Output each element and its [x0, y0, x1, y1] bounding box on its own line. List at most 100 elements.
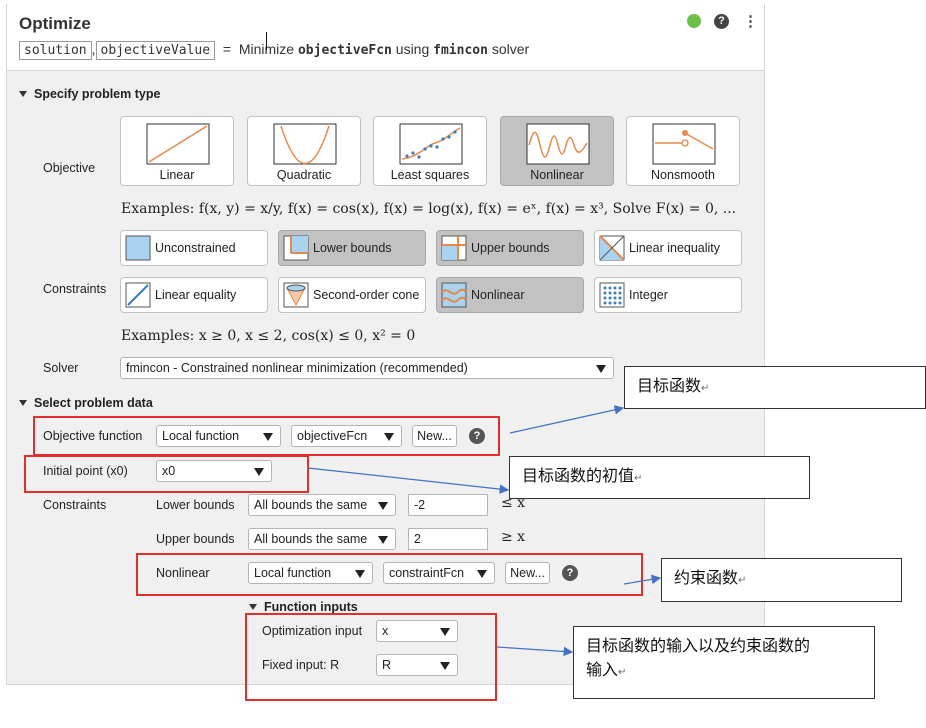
objective-examples-text: Examples: f(x, y) = x/y, f(x) = cos(x), … [121, 201, 737, 217]
highlight-function-inputs [245, 613, 497, 701]
collapse-triangle-icon [249, 603, 257, 610]
callout-text-line2: 输入 [586, 662, 619, 679]
input-value: -2 [414, 498, 426, 512]
callout-initial-point: 目标函数的初值↵ [509, 456, 810, 499]
chevron-down-icon [378, 502, 388, 510]
dropdown-value: All bounds the same [254, 498, 368, 512]
upper-bounds-mode-dropdown[interactable]: All bounds the same [248, 528, 396, 550]
callout-text: 约束函数 [674, 570, 739, 587]
output-objective-value-field[interactable]: objectiveValue [95, 41, 216, 60]
chevron-down-icon [378, 536, 388, 544]
constraint-unconstrained-button[interactable]: Unconstrained [120, 230, 268, 266]
section-title: Function inputs [264, 600, 358, 614]
constraint-label: Second-order cone [313, 288, 420, 302]
callout-text: 目标函数 [637, 378, 702, 395]
section-title: Select problem data [34, 396, 153, 410]
solver-dropdown-value: fmincon - Constrained nonlinear minimiza… [126, 361, 468, 375]
lower-bounds-input[interactable]: -2 [408, 494, 488, 516]
task-title: Optimize [19, 14, 91, 33]
objective-tile-label: Nonlinear [530, 168, 584, 182]
linear-inequality-icon [599, 235, 625, 261]
collapse-triangle-icon [19, 399, 27, 406]
constraint-integer-button[interactable]: Integer [594, 277, 742, 313]
solver-name-text: fmincon [433, 43, 488, 58]
objective-tile-linear[interactable]: Linear [120, 116, 234, 186]
objective-tile-label: Quadratic [276, 168, 332, 182]
constraint-label: Lower bounds [313, 241, 392, 255]
solver-text: solver [491, 41, 530, 57]
unconstrained-icon [125, 235, 151, 261]
second-order-cone-icon [283, 282, 309, 308]
constraint-upper-bounds-button[interactable]: Upper bounds [436, 230, 584, 266]
least-squares-plot-icon [399, 123, 463, 165]
section-title: Specify problem type [34, 87, 161, 101]
highlight-nonlinear-constraint [136, 553, 643, 596]
objective-tile-label: Nonsmooth [651, 168, 715, 182]
linear-equality-icon [125, 282, 151, 308]
objective-label: Objective [43, 161, 96, 175]
more-options-icon[interactable]: ⋮ [743, 12, 758, 30]
help-icon[interactable]: ? [714, 14, 729, 29]
objective-tile-quadratic[interactable]: Quadratic [247, 116, 361, 186]
highlight-initial-point [24, 455, 309, 493]
task-header: Optimize solution,objectiveValue = Minim… [7, 4, 764, 71]
dropdown-value: All bounds the same [254, 532, 368, 546]
paragraph-mark: ↵ [738, 575, 747, 586]
constraints-data-label: Constraints [43, 498, 107, 512]
constraint-linear-inequality-button[interactable]: Linear inequality [594, 230, 742, 266]
objective-tile-least-squares[interactable]: Least squares [373, 116, 487, 186]
constraint-label: Linear equality [155, 288, 237, 302]
select-problem-data-section[interactable]: Select problem data [19, 396, 153, 410]
constraint-examples-text: Examples: x ≥ 0, x ≤ 2, cos(x) ≤ 0, x² =… [121, 328, 416, 344]
integer-icon [599, 282, 625, 308]
solver-dropdown[interactable]: fmincon - Constrained nonlinear minimiza… [120, 357, 614, 379]
constraint-lower-bounds-button[interactable]: Lower bounds [278, 230, 426, 266]
constraint-second-order-cone-button[interactable]: Second-order cone [278, 277, 426, 313]
paragraph-mark: ↵ [618, 667, 627, 678]
solver-label: Solver [43, 361, 79, 375]
callout-constraint-function: 约束函数↵ [661, 558, 902, 602]
chevron-down-icon [596, 365, 606, 373]
upper-bounds-relation: ≥ x [501, 529, 526, 545]
constraint-label: Linear inequality [629, 241, 721, 255]
callout-objective-function: 目标函数↵ [624, 366, 926, 409]
linear-plot-icon [146, 123, 210, 165]
callout-text: 目标函数的初值 [522, 468, 635, 485]
lower-bounds-label: Lower bounds [156, 498, 235, 512]
lower-bounds-mode-dropdown[interactable]: All bounds the same [248, 494, 396, 516]
constraint-label: Nonlinear [471, 288, 525, 302]
nonsmooth-plot-icon [652, 123, 716, 165]
input-value: 2 [414, 532, 421, 546]
constraint-linear-equality-button[interactable]: Linear equality [120, 277, 268, 313]
function-inputs-section[interactable]: Function inputs [249, 600, 358, 614]
constraints-label: Constraints [43, 282, 107, 296]
nonlinear-constraint-icon [441, 282, 467, 308]
constraint-label: Upper bounds [471, 241, 550, 255]
upper-bounds-label: Upper bounds [156, 532, 235, 546]
objective-tile-label: Linear [159, 168, 195, 182]
paragraph-mark: ↵ [634, 473, 643, 484]
lower-bounds-icon [283, 235, 309, 261]
objective-fcn-text: objectiveFcn [297, 43, 392, 58]
paragraph-mark: ↵ [701, 383, 710, 394]
task-formula: solution,objectiveValue = Minimize objec… [19, 41, 529, 60]
collapse-triangle-icon [19, 90, 27, 97]
text-cursor [266, 32, 267, 50]
specify-problem-type-section[interactable]: Specify problem type [19, 87, 160, 101]
callout-text: 目标函数的输入以及约束函数的 [586, 638, 811, 655]
upper-bounds-icon [441, 235, 467, 261]
using-text: using [395, 41, 430, 57]
constraint-label: Unconstrained [155, 241, 236, 255]
objective-tile-label: Least squares [390, 168, 470, 182]
objective-tile-nonsmooth[interactable]: Nonsmooth [626, 116, 740, 186]
upper-bounds-input[interactable]: 2 [408, 528, 488, 550]
status-ok-icon [687, 14, 701, 28]
constraint-nonlinear-button[interactable]: Nonlinear [436, 277, 584, 313]
equals-text: = [222, 41, 232, 57]
constraint-label: Integer [629, 288, 668, 302]
output-solution-field[interactable]: solution [19, 41, 92, 60]
objective-tile-nonlinear[interactable]: Nonlinear [500, 116, 614, 186]
quadratic-plot-icon [273, 123, 337, 165]
nonlinear-plot-icon [526, 123, 590, 165]
callout-function-inputs: 目标函数的输入以及约束函数的 输入↵ [573, 626, 875, 699]
